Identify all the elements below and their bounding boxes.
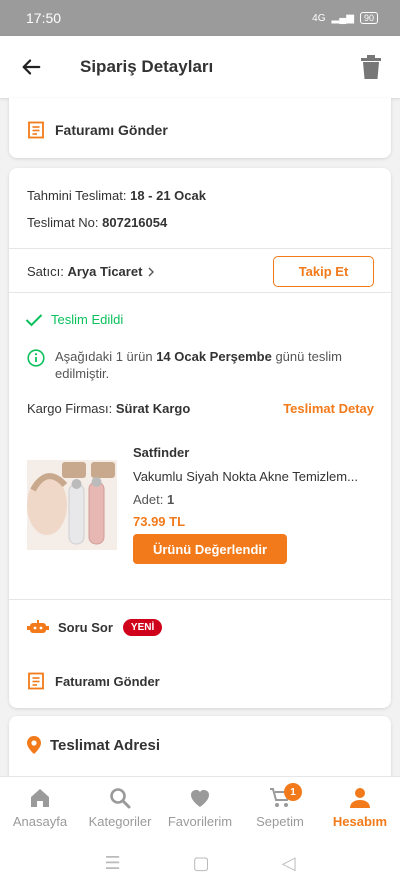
send-invoice-label: Faturamı Gönder [55,122,168,138]
send-invoice-label: Faturamı Gönder [55,673,160,689]
nav-cart[interactable]: 1 Sepetim [240,777,320,838]
delivery-detail-link[interactable]: Teslimat Detay [283,401,374,416]
product-price: 73.99 TL [133,514,186,529]
back-triangle-icon[interactable]: ◁ [282,853,296,874]
check-icon [25,313,43,326]
delivery-number-value: 807216054 [102,215,168,230]
cargo-label: Kargo Firması: [27,401,113,416]
delivery-info: Aşağıdaki 1 ürün 14 Ocak Perşembe günü t… [27,348,377,382]
back-arrow-icon[interactable] [20,56,42,78]
top-invoice-card: Faturamı Gönder [9,98,391,158]
user-icon [350,788,370,808]
chevron-right-icon [148,267,155,276]
cargo-company: Kargo Firması: Sürat Kargo [27,401,190,416]
estimated-delivery: Tahmini Teslimat: 18 - 21 Ocak [27,188,206,203]
home-square-icon[interactable]: ▢ [193,853,210,874]
heart-icon [191,790,209,807]
nav-cart-label: Sepetim [256,814,304,829]
delivery-number: Teslimat No: 807216054 [27,215,167,230]
nav-account[interactable]: Hesabım [320,777,400,838]
product-photo [27,460,117,550]
divider [9,248,391,249]
review-product-button[interactable]: Ürünü Değerlendir [133,534,287,564]
product-name[interactable]: Vakumlu Siyah Nokta Akne Temizlem... [133,469,378,484]
estimated-delivery-value: 18 - 21 Ocak [130,188,206,203]
location-pin-icon [27,736,41,754]
nav-home[interactable]: Anasayfa [0,777,80,838]
order-card: Tahmini Teslimat: 18 - 21 Ocak Teslimat … [9,168,391,708]
app-header: Sipariş Detayları [0,36,400,98]
quantity-value: 1 [166,492,175,507]
battery-icon: 90 [359,12,378,24]
status-time: 17:50 [26,10,62,26]
product-quantity: Adet: 1 [133,492,174,507]
system-nav-bar: ☰ ▢ ◁ [0,838,400,888]
ask-question-label: Soru Sor [58,620,113,635]
delivery-address-header[interactable]: Teslimat Adresi [27,736,160,754]
nav-favorites[interactable]: Favorilerim [160,777,240,838]
network-icon: 4G [312,12,326,24]
signal-icon: ▂▄▆ [331,12,354,24]
ask-question-row[interactable]: Soru Sor YENİ [27,619,163,636]
trash-icon[interactable] [360,54,382,80]
invoice-icon [28,672,44,690]
cargo-value: Sürat Kargo [115,401,191,416]
product-brand: Satfinder [133,445,190,460]
seller-label: Satıcı: [27,264,64,279]
bottom-nav: Anasayfa Kategoriler Favorilerim 1 Sepet… [0,776,400,838]
invoice-icon [28,121,44,139]
status-icons: 4G ▂▄▆ 90 [312,12,378,24]
seller-name[interactable]: Arya Ticaret [67,264,142,279]
divider [9,599,391,600]
page-title: Sipariş Detayları [80,57,214,76]
delivered-status-text: Teslim Edildi [51,312,124,327]
follow-seller-button[interactable]: Takip Et [273,256,374,287]
home-icon [31,789,49,807]
delivery-address-title: Teslimat Adresi [50,736,161,754]
nav-home-label: Anasayfa [12,814,68,829]
cart-count-badge: 1 [284,783,302,801]
product-image[interactable] [27,460,117,550]
nav-favorites-label: Favorilerim [167,814,233,829]
chat-bot-icon [27,619,49,633]
quantity-label: Adet: [133,492,164,507]
send-invoice-row[interactable]: Faturamı Gönder [27,121,168,139]
delivered-status: Teslim Edildi [25,312,123,327]
seller-row[interactable]: Satıcı: Arya Ticaret [27,264,156,279]
info-text-date: 14 Ocak Perşembe [156,349,272,364]
send-invoice-row[interactable]: Faturamı Gönder [27,672,160,690]
estimated-delivery-label: Tahmini Teslimat: [27,188,127,203]
search-icon [110,788,131,809]
nav-account-label: Hesabım [332,814,388,829]
divider [9,292,391,293]
nav-categories-label: Kategoriler [88,814,152,829]
new-badge: YENİ [122,619,163,636]
status-bar: 17:50 4G ▂▄▆ 90 [0,0,400,36]
info-text-pre: Aşağıdaki 1 ürün [55,349,157,364]
info-icon [27,349,45,367]
delivery-number-label: Teslimat No: [27,215,99,230]
menu-icon[interactable]: ☰ [105,853,121,874]
nav-categories[interactable]: Kategoriler [80,777,160,838]
